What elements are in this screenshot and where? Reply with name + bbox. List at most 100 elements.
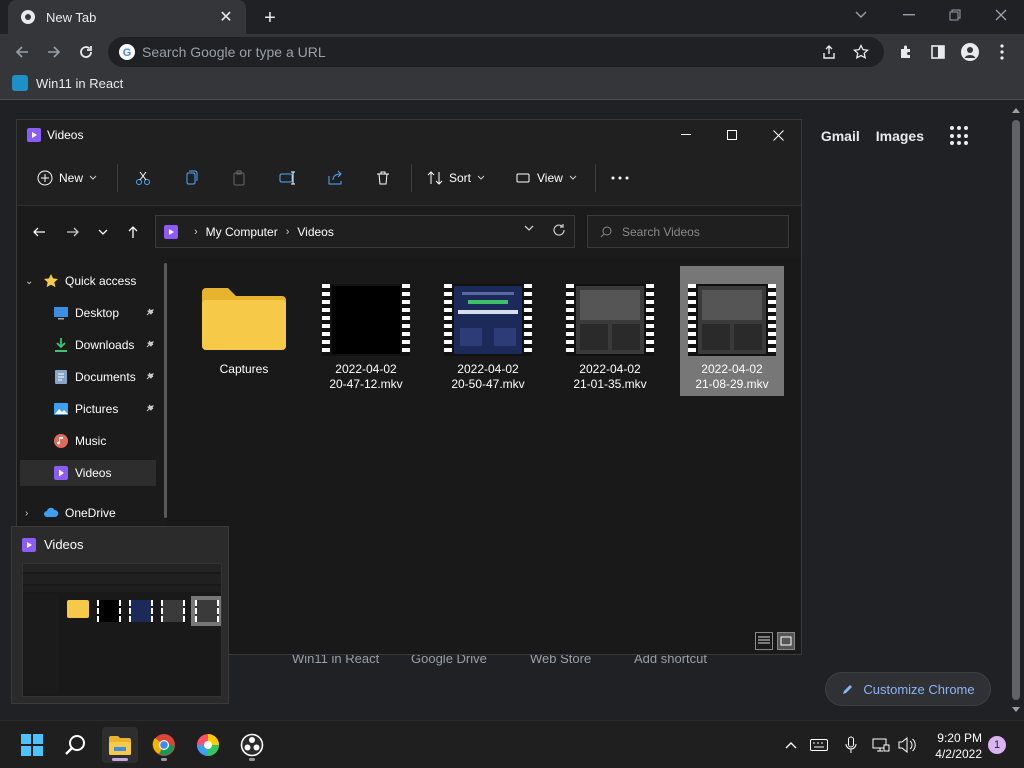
taskbar-color-wheel-app-icon[interactable] bbox=[190, 727, 226, 763]
google-apps-icon[interactable] bbox=[950, 126, 970, 146]
show-hidden-icons-icon[interactable] bbox=[780, 734, 802, 756]
explorer-command-bar: New Sort View bbox=[17, 150, 801, 206]
delete-icon[interactable] bbox=[375, 166, 391, 190]
clock[interactable]: 9:20 PM 4/2/2022 bbox=[935, 730, 982, 762]
network-icon[interactable] bbox=[870, 734, 892, 756]
new-tab-button[interactable]: + bbox=[258, 6, 282, 30]
explorer-back-icon[interactable] bbox=[27, 220, 51, 244]
pin-icon[interactable] bbox=[145, 371, 155, 381]
breadcrumb-my-computer[interactable]: My Computer bbox=[206, 225, 278, 239]
refresh-icon[interactable] bbox=[552, 223, 566, 237]
sort-label: Sort bbox=[449, 171, 472, 185]
pictures-icon bbox=[54, 403, 68, 415]
nav-pictures[interactable]: Pictures bbox=[53, 396, 157, 422]
scrollbar-thumb[interactable] bbox=[1012, 120, 1020, 700]
more-options-icon[interactable] bbox=[611, 166, 629, 190]
explorer-minimize-icon[interactable] bbox=[663, 120, 709, 150]
back-icon[interactable] bbox=[10, 40, 34, 64]
bookmark-win11-in-react[interactable]: Win11 in React bbox=[12, 75, 123, 91]
omnibox[interactable]: G bbox=[108, 37, 884, 67]
address-bar[interactable]: › My Computer › Videos bbox=[155, 215, 575, 248]
video-file-item[interactable]: 2022-04-02 21-01-35.mkv bbox=[558, 266, 662, 396]
preview-title: Videos bbox=[22, 537, 84, 552]
customize-chrome-button[interactable]: Customize Chrome bbox=[825, 672, 991, 706]
large-icons-view-icon[interactable] bbox=[777, 632, 795, 650]
videos-folder-icon bbox=[54, 466, 68, 480]
details-view-icon[interactable] bbox=[755, 632, 773, 650]
sort-button[interactable]: Sort bbox=[427, 166, 485, 190]
taskbar-file-explorer-icon[interactable] bbox=[102, 727, 138, 763]
share-file-icon[interactable] bbox=[327, 166, 343, 190]
pin-icon[interactable] bbox=[145, 403, 155, 413]
search-input[interactable] bbox=[622, 224, 782, 239]
page-scrollbar[interactable] bbox=[1010, 102, 1022, 718]
images-link[interactable]: Images bbox=[876, 128, 924, 144]
tab-new-tab[interactable]: New Tab ✕ bbox=[8, 0, 246, 34]
nav-downloads[interactable]: Downloads bbox=[53, 332, 157, 358]
scroll-up-icon[interactable] bbox=[1012, 108, 1020, 113]
breadcrumb-videos[interactable]: Videos bbox=[297, 225, 333, 239]
scroll-down-icon[interactable] bbox=[1012, 707, 1020, 712]
view-button[interactable]: View bbox=[515, 166, 577, 190]
profile-avatar-icon[interactable] bbox=[958, 40, 982, 64]
new-button[interactable]: New bbox=[37, 166, 97, 190]
taskbar-chrome-icon[interactable] bbox=[146, 727, 182, 763]
taskbar-search-icon[interactable] bbox=[58, 727, 94, 763]
notification-badge[interactable]: 1 bbox=[988, 736, 1006, 754]
extensions-icon[interactable] bbox=[894, 40, 918, 64]
videos-folder-icon bbox=[164, 224, 178, 239]
pin-icon[interactable] bbox=[145, 307, 155, 317]
gmail-link[interactable]: Gmail bbox=[821, 128, 860, 144]
chrome-menu-icon[interactable] bbox=[990, 40, 1014, 64]
microphone-icon[interactable] bbox=[840, 734, 862, 756]
win11-react-icon bbox=[12, 75, 28, 91]
video-file-item-selected[interactable]: 2022-04-02 21-08-29.mkv bbox=[680, 266, 784, 396]
share-icon[interactable] bbox=[818, 41, 840, 63]
taskbar-window-preview[interactable]: Videos bbox=[11, 526, 229, 704]
video-file-item[interactable]: 2022-04-02 20-47-12.mkv bbox=[314, 266, 418, 396]
nav-videos[interactable]: Videos bbox=[20, 460, 156, 486]
expand-chevron-icon[interactable]: ⌄ bbox=[25, 276, 35, 287]
keyboard-icon[interactable] bbox=[808, 734, 830, 756]
paste-icon[interactable] bbox=[231, 166, 247, 190]
volume-icon[interactable] bbox=[896, 734, 918, 756]
video-thumbnail bbox=[322, 280, 410, 356]
nav-label: Music bbox=[75, 434, 107, 448]
start-windows-icon[interactable] bbox=[14, 727, 50, 763]
nav-quick-access[interactable]: ⌄ Quick access bbox=[25, 268, 163, 294]
address-dropdown-icon[interactable] bbox=[524, 225, 534, 231]
nav-documents[interactable]: Documents bbox=[53, 364, 157, 390]
copy-icon[interactable] bbox=[183, 166, 199, 190]
taskbar-obs-icon[interactable] bbox=[234, 727, 270, 763]
tab-search-icon[interactable] bbox=[838, 0, 884, 30]
video-file-item[interactable]: 2022-04-02 20-50-47.mkv bbox=[436, 266, 540, 396]
clock-time: 9:20 PM bbox=[937, 731, 982, 745]
bookmark-star-icon[interactable] bbox=[850, 41, 872, 63]
nav-desktop[interactable]: Desktop bbox=[53, 300, 157, 326]
nav-onedrive[interactable]: › OneDrive bbox=[25, 500, 163, 526]
up-folder-icon[interactable] bbox=[121, 220, 145, 244]
close-window-icon[interactable] bbox=[978, 0, 1024, 30]
minimize-icon[interactable] bbox=[886, 0, 932, 30]
forward-icon[interactable] bbox=[42, 40, 66, 64]
file-name: 2022-04-02 20-47-12.mkv bbox=[329, 362, 403, 391]
reload-icon[interactable] bbox=[74, 40, 98, 64]
recent-locations-icon[interactable] bbox=[91, 220, 115, 244]
nav-music[interactable]: Music bbox=[53, 428, 157, 454]
folder-item[interactable]: Captures bbox=[192, 266, 296, 396]
explorer-maximize-icon[interactable] bbox=[709, 120, 755, 150]
explorer-titlebar[interactable]: Videos bbox=[17, 120, 801, 150]
cut-icon[interactable] bbox=[135, 166, 151, 190]
search-box[interactable] bbox=[587, 215, 789, 248]
omnibox-input[interactable] bbox=[142, 44, 808, 60]
explorer-forward-icon[interactable] bbox=[61, 220, 85, 244]
nav-pane-scrollbar[interactable] bbox=[164, 263, 167, 518]
pin-icon[interactable] bbox=[145, 339, 155, 349]
restore-icon[interactable] bbox=[932, 0, 978, 30]
rename-icon[interactable] bbox=[279, 166, 297, 190]
expand-chevron-icon[interactable]: › bbox=[25, 508, 35, 519]
explorer-close-icon[interactable] bbox=[755, 120, 801, 150]
tab-close-icon[interactable]: ✕ bbox=[218, 9, 234, 26]
side-panel-icon[interactable] bbox=[926, 40, 950, 64]
file-name: 2022-04-02 21-01-35.mkv bbox=[573, 362, 647, 391]
